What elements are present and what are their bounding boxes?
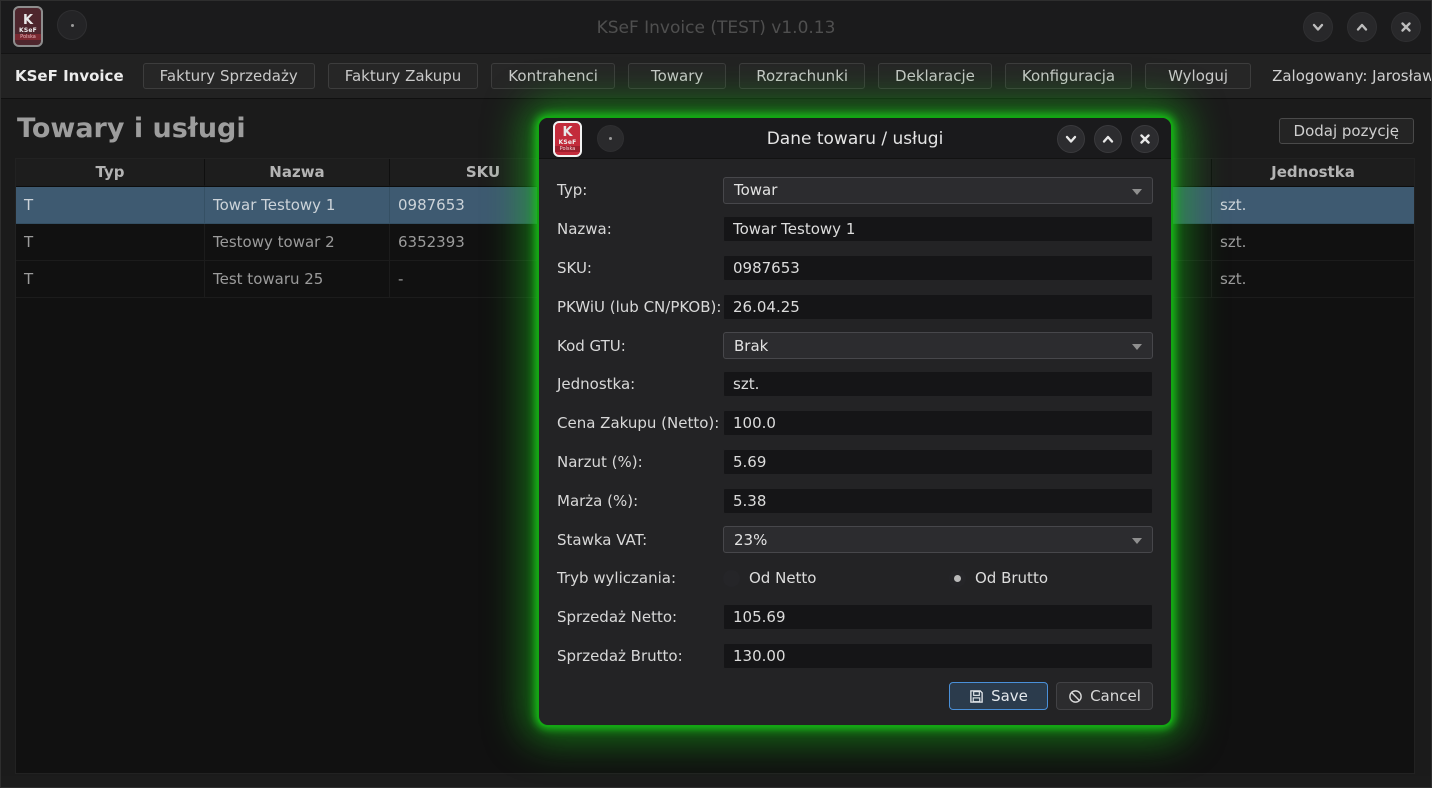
dialog-titlebar: K KSeF Polska Dane towaru / usługi — [539, 118, 1171, 159]
close-icon — [1399, 20, 1413, 34]
field-label-jednostka: Jednostka: — [557, 375, 723, 393]
radio-checked-icon[interactable] — [949, 570, 966, 587]
menu-faktury-sprzedazy[interactable]: Faktury Sprzedaży — [143, 63, 315, 89]
cell-nazwa: Testowy towar 2 — [205, 224, 390, 261]
minimize-button[interactable] — [1303, 12, 1333, 42]
stawka-vat-select[interactable]: 23% — [723, 526, 1153, 553]
window-menu-button[interactable] — [57, 10, 87, 40]
cancel-button[interactable]: Cancel — [1056, 682, 1153, 710]
field-label-kod-gtu: Kod GTU: — [557, 337, 723, 355]
kod-gtu-select[interactable]: Brak — [723, 332, 1153, 359]
save-button[interactable]: Save — [949, 682, 1048, 710]
main-titlebar: KSeF Invoice (TEST) v1.0.13 K KSeF Polsk… — [1, 1, 1431, 54]
sprzedaz-netto-input[interactable] — [723, 604, 1153, 630]
field-label-marza: Marża (%): — [557, 492, 723, 510]
radio-icon[interactable] — [723, 570, 740, 587]
cell-jednostka: szt. — [1212, 224, 1414, 261]
col-header-jednostka[interactable]: Jednostka — [1212, 159, 1414, 186]
field-label-sku: SKU: — [557, 259, 723, 277]
cancel-slash-icon — [1068, 689, 1083, 704]
narzut-input[interactable] — [723, 449, 1153, 475]
menu-towary[interactable]: Towary — [628, 63, 726, 89]
brand-label: KSeF Invoice — [15, 67, 124, 85]
chevron-up-icon — [1104, 137, 1112, 142]
menu-wyloguj[interactable]: Wyloguj — [1145, 63, 1251, 89]
sprzedaz-brutto-input[interactable] — [723, 643, 1153, 669]
typ-select-value: Towar — [734, 181, 777, 199]
pkwiu-input[interactable] — [723, 294, 1153, 320]
dialog-maximize-button[interactable] — [1094, 125, 1122, 153]
chevron-down-icon — [1314, 25, 1322, 30]
radio-od-brutto[interactable]: Od Brutto — [949, 569, 1048, 587]
window-title: KSeF Invoice (TEST) v1.0.13 — [1, 1, 1431, 54]
field-label-nazwa: Nazwa: — [557, 220, 723, 238]
maximize-button[interactable] — [1347, 12, 1377, 42]
page-title: Towary i usługi — [17, 113, 246, 144]
kod-gtu-select-value: Brak — [734, 337, 768, 355]
cena-zakupu-input[interactable] — [723, 410, 1153, 436]
chevron-up-icon — [1358, 25, 1366, 30]
menu-konfiguracja[interactable]: Konfiguracja — [1005, 63, 1132, 89]
chevron-down-icon — [1132, 189, 1142, 195]
close-button[interactable] — [1391, 12, 1421, 42]
radio-od-brutto-label: Od Brutto — [975, 569, 1048, 587]
radio-od-netto-label: Od Netto — [749, 569, 817, 587]
logged-in-label: Zalogowany: Jarosław Dyszczyński — [1272, 67, 1432, 85]
dialog-minimize-button[interactable] — [1057, 125, 1085, 153]
cell-jednostka: szt. — [1212, 261, 1414, 298]
dialog-close-button[interactable] — [1131, 125, 1159, 153]
save-floppy-icon — [969, 689, 984, 704]
cell-nazwa: Towar Testowy 1 — [205, 187, 390, 224]
nazwa-input[interactable] — [723, 216, 1153, 242]
cancel-label: Cancel — [1090, 687, 1141, 705]
app-window: KSeF Invoice (TEST) v1.0.13 K KSeF Polsk… — [0, 0, 1432, 788]
cell-typ: T — [16, 224, 205, 261]
menu-faktury-zakupu[interactable]: Faktury Zakupu — [328, 63, 479, 89]
product-dialog: K KSeF Polska Dane towaru / usługi T — [539, 118, 1171, 725]
col-header-typ[interactable]: Typ — [16, 159, 205, 186]
dialog-body: Typ: Towar Nazwa: SKU: PKWiU (lub CN/PKO… — [539, 159, 1171, 725]
radio-od-netto[interactable]: Od Netto — [723, 569, 949, 587]
menu-rozrachunki[interactable]: Rozrachunki — [739, 63, 865, 89]
menu-kontrahenci[interactable]: Kontrahenci — [491, 63, 615, 89]
field-label-tryb-wyliczania: Tryb wyliczania: — [557, 569, 723, 587]
menubar: KSeF Invoice Faktury Sprzedaży Faktury Z… — [1, 54, 1431, 99]
cell-nazwa: Test towaru 25 — [205, 261, 390, 298]
add-item-button[interactable]: Dodaj pozycję — [1279, 118, 1414, 144]
field-label-sprzedaz-brutto: Sprzedaż Brutto: — [557, 647, 723, 665]
app-logo-icon: K KSeF Polska — [13, 6, 43, 47]
menu-deklaracje[interactable]: Deklaracje — [878, 63, 992, 89]
field-label-typ: Typ: — [557, 181, 723, 199]
field-label-narzut: Narzut (%): — [557, 453, 723, 471]
cell-typ: T — [16, 187, 205, 224]
cell-jednostka: szt. — [1212, 187, 1414, 224]
chevron-down-icon — [1132, 538, 1142, 544]
cell-typ: T — [16, 261, 205, 298]
col-header-nazwa[interactable]: Nazwa — [205, 159, 390, 186]
sku-input[interactable] — [723, 255, 1153, 281]
field-label-sprzedaz-netto: Sprzedaż Netto: — [557, 608, 723, 626]
save-label: Save — [991, 687, 1028, 705]
stawka-vat-select-value: 23% — [734, 531, 767, 549]
window-bottom-strip — [1, 776, 1431, 788]
field-label-pkwiu: PKWiU (lub CN/PKOB): — [557, 298, 723, 316]
field-label-stawka-vat: Stawka VAT: — [557, 531, 723, 549]
close-icon — [1138, 132, 1152, 146]
chevron-down-icon — [1132, 344, 1142, 350]
jednostka-input[interactable] — [723, 371, 1153, 397]
chevron-down-icon — [1067, 137, 1075, 142]
marza-input[interactable] — [723, 488, 1153, 514]
field-label-cena-zakupu: Cena Zakupu (Netto): — [557, 414, 723, 432]
typ-select[interactable]: Towar — [723, 177, 1153, 204]
